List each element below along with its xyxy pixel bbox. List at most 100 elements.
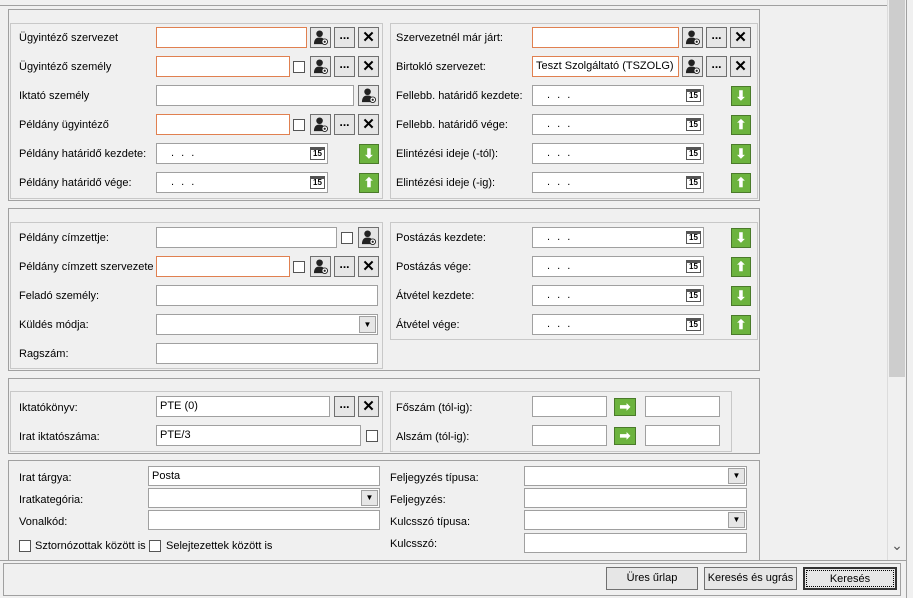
irat-iktatoszama-checkbox[interactable] xyxy=(366,430,378,442)
chevron-down-icon[interactable]: ▼ xyxy=(359,316,376,333)
peldany-cimzettje-input[interactable] xyxy=(156,227,337,248)
elintezesi-ideje-tol-date[interactable]: . . . xyxy=(532,143,704,164)
arrow-down-icon[interactable]: ⬇ xyxy=(731,228,751,248)
clear-button[interactable]: ✕ xyxy=(358,256,379,277)
peldany-ugyintezo-input[interactable] xyxy=(156,114,290,135)
kulcsszo-input[interactable] xyxy=(524,533,747,553)
clear-button[interactable]: ✕ xyxy=(358,27,379,48)
iratkategoria-label: Iratkategória: xyxy=(19,494,84,506)
arrow-up-icon[interactable]: ⬆ xyxy=(731,115,751,135)
person-lookup-button[interactable] xyxy=(682,27,703,48)
peldany-hatarido-kezdete-date[interactable]: . . . xyxy=(156,143,328,164)
atvetel-kezdete-date[interactable]: . . . xyxy=(532,285,704,306)
calendar-icon[interactable]: 15 xyxy=(686,118,701,131)
vertical-scrollbar[interactable]: ⌄ xyxy=(887,0,905,560)
clear-button[interactable]: ✕ xyxy=(358,396,379,417)
calendar-icon[interactable]: 15 xyxy=(686,260,701,273)
clear-form-button[interactable]: Üres űrlap xyxy=(606,567,698,590)
clear-button[interactable]: ✕ xyxy=(358,114,379,135)
iktato-szemely-input[interactable] xyxy=(156,85,354,106)
postazas-kezdete-date[interactable]: . . . xyxy=(532,227,704,248)
vonalkod-input[interactable] xyxy=(148,510,380,530)
iktatokonyv-input[interactable]: PTE (0) xyxy=(156,396,330,417)
arrow-down-icon[interactable]: ⬇ xyxy=(731,86,751,106)
peldany-cimzettje-checkbox[interactable] xyxy=(341,232,353,244)
arrow-down-icon[interactable]: ⬇ xyxy=(731,144,751,164)
felado-szemely-input[interactable] xyxy=(156,285,378,306)
birtoklo-szervezet-input[interactable]: Teszt Szolgáltató (TSZOLG) xyxy=(532,56,679,77)
clear-button[interactable]: ✕ xyxy=(730,27,751,48)
arrow-down-icon[interactable]: ⬇ xyxy=(359,144,379,164)
calendar-icon[interactable]: 15 xyxy=(686,176,701,189)
chevron-down-icon[interactable]: ▼ xyxy=(361,490,378,506)
clear-button[interactable]: ✕ xyxy=(730,56,751,77)
sztornozottak-checkbox[interactable] xyxy=(19,540,31,552)
arrow-right-icon[interactable]: ➡ xyxy=(614,398,636,416)
ugyintezo-szemely-input[interactable] xyxy=(156,56,290,77)
calendar-icon[interactable]: 15 xyxy=(686,89,701,102)
chevron-down-icon[interactable]: ▼ xyxy=(728,512,745,528)
calendar-icon[interactable]: 15 xyxy=(686,147,701,160)
calendar-icon[interactable]: 15 xyxy=(686,318,701,331)
postazas-vege-date[interactable]: . . . xyxy=(532,256,704,277)
more-button[interactable]: ... xyxy=(706,56,727,77)
irat-iktatoszama-input[interactable]: PTE/3 xyxy=(156,425,361,446)
scrollbar-thumb[interactable] xyxy=(889,0,905,377)
more-button[interactable]: ... xyxy=(706,27,727,48)
arrow-up-icon[interactable]: ⬆ xyxy=(731,315,751,335)
arrow-up-icon[interactable]: ⬆ xyxy=(731,257,751,277)
search-button[interactable]: Keresés xyxy=(803,567,897,590)
more-button[interactable]: ... xyxy=(334,256,355,277)
kulcsszo-tipusa-select[interactable]: ▼ xyxy=(524,510,747,530)
clear-button[interactable]: ✕ xyxy=(358,56,379,77)
peldany-cimzett-szervezete-input[interactable] xyxy=(156,256,290,277)
more-button[interactable]: ... xyxy=(334,56,355,77)
szervezetnel-mar-jart-input[interactable] xyxy=(532,27,679,48)
more-button[interactable]: ... xyxy=(334,114,355,135)
elintezesi-ideje-ig-date[interactable]: . . . xyxy=(532,172,704,193)
atvetel-vege-label: Átvétel vége: xyxy=(396,319,460,331)
search-and-jump-button[interactable]: Keresés és ugrás xyxy=(704,567,797,590)
atvetel-vege-date[interactable]: . . . xyxy=(532,314,704,335)
more-button[interactable]: ... xyxy=(334,396,355,417)
arrow-up-icon[interactable]: ⬆ xyxy=(731,173,751,193)
selejtezettek-checkbox[interactable] xyxy=(149,540,161,552)
alszam-from-input[interactable] xyxy=(532,425,607,446)
arrow-up-icon[interactable]: ⬆ xyxy=(359,173,379,193)
iratkategoria-select[interactable]: ▼ xyxy=(148,488,380,508)
person-lookup-button[interactable] xyxy=(310,256,331,277)
feljegyzes-tipusa-select[interactable]: ▼ xyxy=(524,466,747,486)
peldany-hatarido-vege-date[interactable]: . . . xyxy=(156,172,328,193)
person-lookup-button[interactable] xyxy=(358,85,379,106)
fellebb-hatarido-kezdete-date[interactable]: . . . xyxy=(532,85,704,106)
arrow-right-icon[interactable]: ➡ xyxy=(614,427,636,445)
calendar-icon[interactable]: 15 xyxy=(686,289,701,302)
person-icon xyxy=(313,30,328,45)
person-lookup-button[interactable] xyxy=(310,114,331,135)
feljegyzes-input[interactable] xyxy=(524,488,747,508)
arrow-down-icon[interactable]: ⬇ xyxy=(731,286,751,306)
foszam-from-input[interactable] xyxy=(532,396,607,417)
peldany-ugyintezo-checkbox[interactable] xyxy=(293,119,305,131)
ragszam-input[interactable] xyxy=(156,343,378,364)
peldany-cimzett-szervezete-checkbox[interactable] xyxy=(293,261,305,273)
calendar-icon[interactable]: 15 xyxy=(686,231,701,244)
person-lookup-button[interactable] xyxy=(358,227,379,248)
kuldes-modja-select[interactable]: ▼ xyxy=(156,314,378,335)
person-lookup-button[interactable] xyxy=(310,56,331,77)
foszam-to-input[interactable] xyxy=(645,396,720,417)
fellebb-hatarido-vege-date[interactable]: . . . xyxy=(532,114,704,135)
ugyintezo-szervezet-input[interactable] xyxy=(156,27,307,48)
scroll-down-icon[interactable]: ⌄ xyxy=(888,538,906,558)
person-lookup-button[interactable] xyxy=(682,56,703,77)
chevron-down-icon[interactable]: ▼ xyxy=(728,468,745,484)
elintezesi-ideje-ig-label: Elintézési ideje (-ig): xyxy=(396,177,496,189)
person-icon xyxy=(685,59,700,74)
alszam-to-input[interactable] xyxy=(645,425,720,446)
calendar-icon[interactable]: 15 xyxy=(310,176,325,189)
calendar-icon[interactable]: 15 xyxy=(310,147,325,160)
person-lookup-button[interactable] xyxy=(310,27,331,48)
irat-targya-input[interactable]: Posta xyxy=(148,466,380,486)
ugyintezo-szemely-checkbox[interactable] xyxy=(293,61,305,73)
more-button[interactable]: ... xyxy=(334,27,355,48)
